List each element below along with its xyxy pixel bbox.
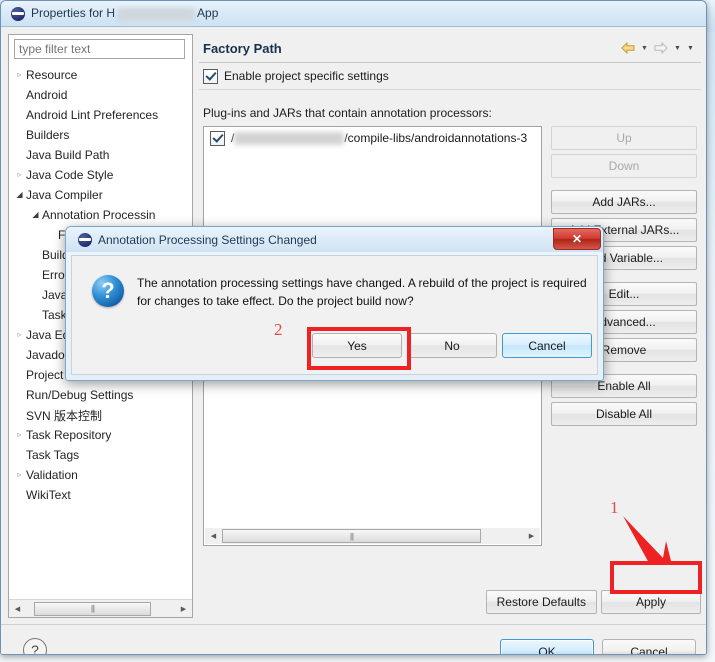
sidebar-item[interactable]: SVN 版本控制 (9, 405, 192, 425)
list-item-checkbox[interactable] (210, 130, 225, 146)
sidebar-item-label: Builders (26, 128, 70, 142)
window-title-blurred-name (117, 7, 196, 21)
back-dropdown-icon[interactable]: ▼ (638, 38, 651, 58)
sidebar-item-label: Validation (26, 468, 78, 482)
back-arrow-icon[interactable] (618, 38, 638, 58)
tree-collapsed-icon[interactable]: ▹ (13, 65, 26, 85)
dialog-close-icon[interactable]: ✕ (553, 228, 601, 250)
window-titlebar[interactable]: Properties for H App (1, 1, 706, 27)
sidebar-item[interactable]: ▹ Resource (9, 65, 192, 85)
side-button-down: Down (551, 154, 697, 178)
sidebar-item[interactable]: Android (9, 85, 192, 105)
list-item-path-suffix: /compile-libs/androidannotations-3 (344, 131, 528, 145)
restore-defaults-button[interactable]: Restore Defaults (485, 590, 597, 614)
sidebar-item-label: SVN 版本控制 (26, 408, 103, 423)
tree-expanded-icon[interactable]: ◢ (13, 185, 26, 205)
tree-expanded-icon[interactable]: ◢ (29, 205, 42, 225)
forward-arrow-icon (651, 38, 671, 58)
sidebar-item[interactable]: Java Build Path (9, 145, 192, 165)
sidebar-item-label: Java Code Style (26, 168, 114, 182)
side-button-add-jars[interactable]: Add JARs... (551, 190, 697, 214)
list-scroll-right-icon[interactable]: ▶ (523, 528, 540, 544)
sidebar-item[interactable]: ◢ Java Compiler (9, 185, 192, 205)
tree-collapsed-icon[interactable]: ▹ (13, 425, 26, 445)
tree-collapsed-icon[interactable]: ▹ (13, 325, 26, 345)
sidebar-item[interactable]: ▹ Validation (9, 465, 192, 485)
enable-project-specific-label: Enable project specific settings (224, 69, 389, 83)
sidebar-item[interactable]: ◢ Annotation Processin (9, 205, 192, 225)
sidebar-item[interactable]: ▹ Task Repository (9, 425, 192, 445)
sidebar-item-label: Android Lint Preferences (26, 108, 159, 122)
enable-project-specific-checkbox[interactable] (203, 68, 218, 84)
dialog-cancel-button[interactable]: Cancel (502, 333, 592, 358)
sidebar-item[interactable]: Run/Debug Settings (9, 385, 192, 405)
tree-scroll-track[interactable]: ||| (26, 600, 175, 617)
dialog-yes-button[interactable]: Yes (312, 333, 402, 358)
apply-button[interactable]: Apply (601, 590, 701, 614)
sidebar-item-label: WikiText (26, 488, 71, 502)
list-item-path-blurred (234, 131, 345, 145)
sidebar-item[interactable]: ▹ Java Code Style (9, 165, 192, 185)
tree-collapsed-icon[interactable]: ▹ (13, 165, 26, 185)
tree-collapsed-icon[interactable]: ▹ (13, 465, 26, 485)
sidebar-item-label: Android (26, 88, 68, 102)
sidebar-item[interactable]: Builders (9, 125, 192, 145)
enable-project-specific-row[interactable]: Enable project specific settings (199, 63, 701, 90)
list-item[interactable]: //compile-libs/androidannotations-3 (204, 127, 541, 149)
tree-scroll-right-icon[interactable]: ▶ (175, 600, 192, 617)
sidebar-item-label: Task Tags (26, 448, 80, 462)
sidebar-item-label: Task (42, 308, 67, 322)
list-horizontal-scrollbar[interactable]: ◀ ||| ▶ (205, 528, 540, 544)
ok-button[interactable]: OK (500, 639, 594, 654)
sidebar-item[interactable]: Task Tags (9, 445, 192, 465)
side-button-disable-all[interactable]: Disable All (551, 402, 697, 426)
annotation-settings-dialog: Annotation Processing Settings Changed ✕… (65, 226, 604, 381)
sidebar-item-label: Task Repository (26, 428, 112, 442)
eclipse-icon (11, 6, 25, 21)
dialog-no-button[interactable]: No (407, 333, 497, 358)
tree-horizontal-scrollbar[interactable]: ◀ ||| ▶ (9, 599, 192, 617)
question-icon: ? (92, 275, 124, 307)
dialog-buttons: Yes No Cancel (312, 333, 592, 358)
forward-dropdown-icon[interactable]: ▼ (671, 38, 684, 58)
sidebar-item[interactable]: WikiText (9, 485, 192, 505)
dialog-body: ? The annotation processing settings hav… (71, 255, 598, 375)
help-icon[interactable]: ? (23, 638, 47, 654)
page-menu-chevron-down-icon[interactable]: ▼ (684, 38, 697, 58)
window-title-prefix: Properties for H (31, 6, 116, 21)
sidebar-item-label: Resource (26, 68, 78, 82)
window-footer: ? OK Cancel (1, 625, 706, 654)
side-button-up: Up (551, 126, 697, 150)
window-title: Properties for H App (31, 6, 219, 21)
dialog-titlebar[interactable]: Annotation Processing Settings Changed ✕ (66, 227, 603, 252)
sidebar-item-label: Javadoc (26, 348, 71, 362)
filter-input[interactable] (14, 39, 185, 59)
dialog-title: Annotation Processing Settings Changed (98, 232, 317, 247)
tree-scroll-thumb[interactable]: ||| (34, 601, 151, 616)
plugins-list-label: Plug-ins and JARs that contain annotatio… (203, 106, 492, 120)
sidebar-item-label: Java Build Path (26, 148, 110, 162)
sidebar-item[interactable]: Android Lint Preferences (9, 105, 192, 125)
page-title: Factory Path (203, 40, 282, 56)
footer-buttons: OK Cancel (500, 639, 696, 654)
sidebar-item-label: Java Compiler (26, 188, 103, 202)
list-scroll-left-icon[interactable]: ◀ (205, 528, 222, 544)
cancel-button[interactable]: Cancel (602, 639, 696, 654)
dialog-eclipse-icon (78, 232, 92, 247)
window-title-suffix: App (197, 6, 219, 21)
sidebar-item-label: Run/Debug Settings (26, 388, 134, 402)
page-action-buttons: Restore Defaults Apply (199, 590, 701, 616)
sidebar-item-label: Annotation Processin (42, 208, 156, 222)
list-scroll-thumb[interactable]: ||| (222, 529, 481, 543)
dialog-message: The annotation processing settings have … (137, 276, 587, 308)
list-scroll-track[interactable]: ||| (222, 528, 523, 544)
tree-scroll-left-icon[interactable]: ◀ (9, 600, 26, 617)
page-header: Factory Path ▼ ▼ ▼ (199, 34, 701, 63)
